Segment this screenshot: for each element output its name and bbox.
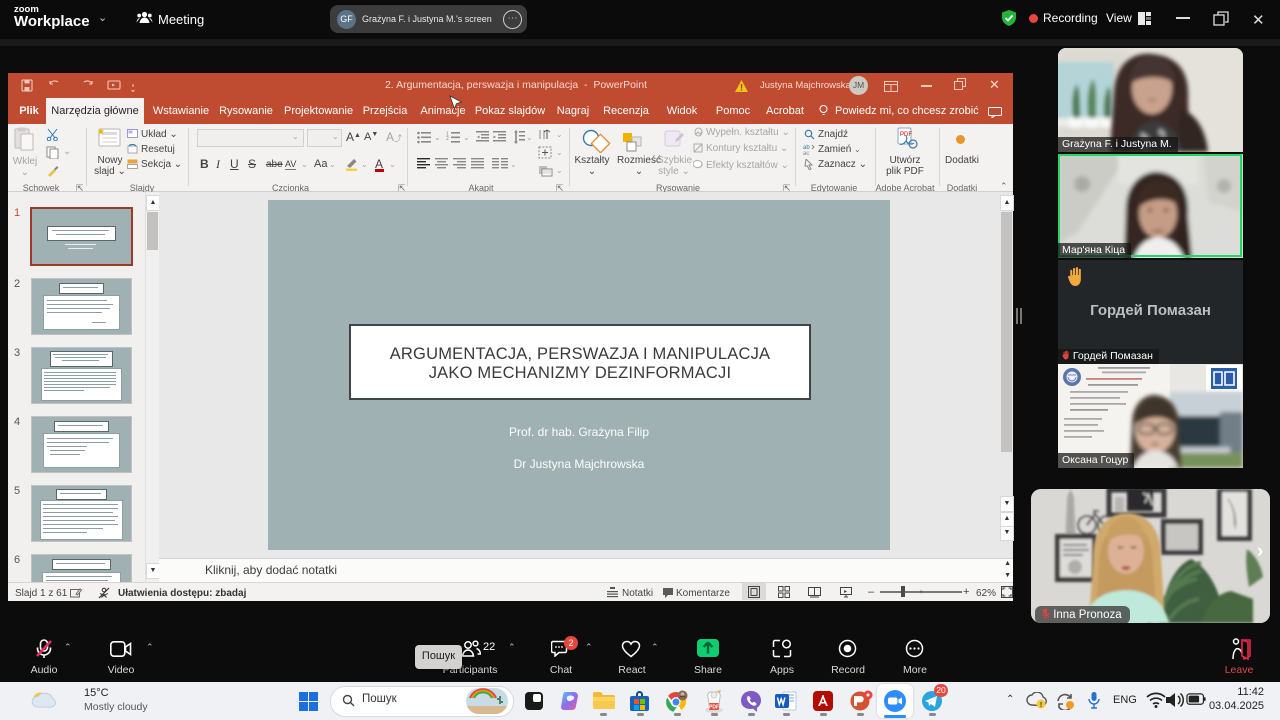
svg-text:ac: ac (803, 151, 809, 155)
svg-text:!: ! (1040, 702, 1042, 709)
svg-text:PDF: PDF (709, 705, 719, 711)
svg-text:2: 2 (446, 136, 449, 142)
svg-text:!: ! (740, 83, 743, 93)
